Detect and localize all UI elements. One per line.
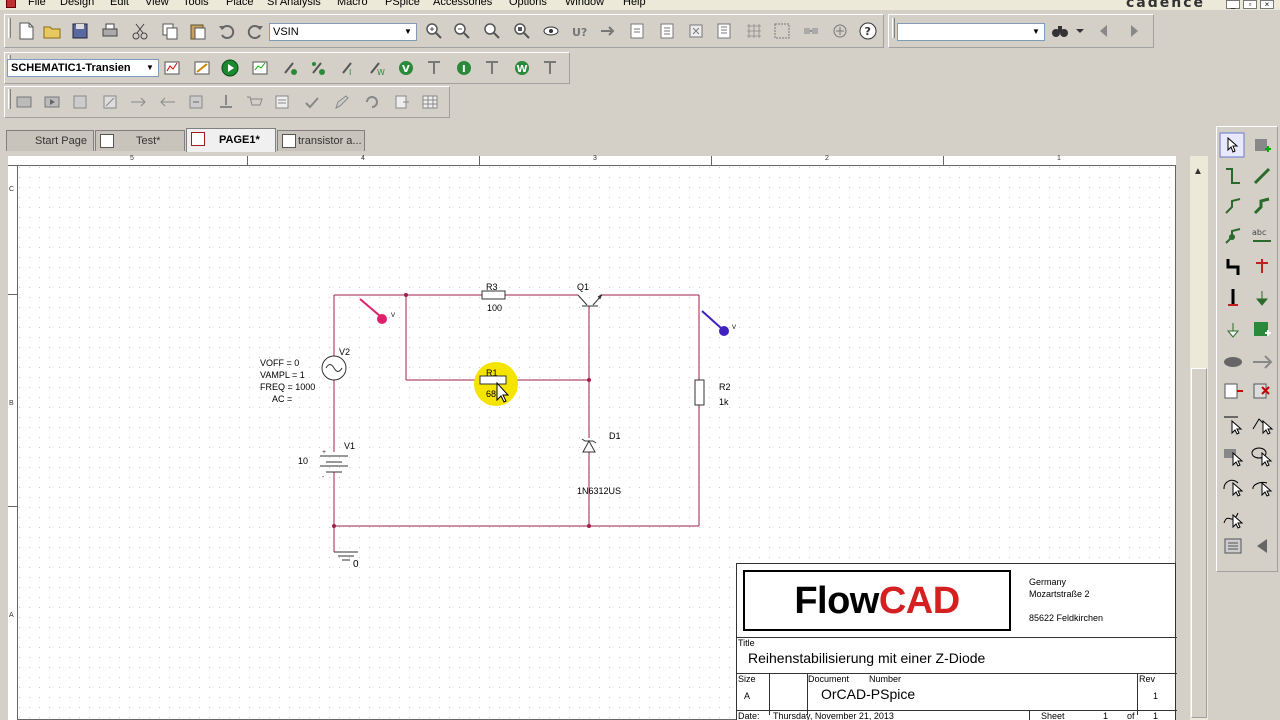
place-ellipse-icon[interactable] bbox=[1249, 443, 1275, 469]
transistor-q1-symbol bbox=[577, 293, 603, 307]
r1-ref-label[interactable]: R1 bbox=[486, 368, 498, 378]
address-city: 85622 Feldkirchen bbox=[1029, 613, 1104, 623]
size-value: A bbox=[744, 691, 751, 701]
place-pin-array-icon[interactable] bbox=[1249, 379, 1275, 405]
resistor-r2-symbol bbox=[694, 379, 705, 406]
place-polyline-icon[interactable] bbox=[1249, 411, 1275, 437]
svg-text:abc: abc bbox=[1252, 228, 1266, 237]
restore-button[interactable]: ▫ bbox=[1243, 0, 1257, 9]
sheet-value: 1 bbox=[1103, 711, 1109, 720]
place-image-icon[interactable] bbox=[1249, 533, 1275, 559]
place-part-icon[interactable] bbox=[1249, 133, 1275, 159]
r2-ref-label[interactable]: R2 bbox=[719, 382, 731, 392]
place-net-bundle-icon[interactable] bbox=[1249, 349, 1275, 375]
place-bezier-icon[interactable] bbox=[1220, 505, 1246, 531]
v2-ref-label[interactable]: V2 bbox=[339, 347, 350, 357]
place-hierarchical-block-icon[interactable] bbox=[1249, 317, 1275, 343]
place-pin-icon[interactable] bbox=[1220, 379, 1246, 405]
r2-value-label[interactable]: 1k bbox=[719, 397, 729, 407]
place-bus-icon[interactable] bbox=[1249, 193, 1275, 219]
svg-text:-: - bbox=[322, 474, 325, 481]
place-wire-icon[interactable] bbox=[1220, 163, 1246, 189]
rev-value: 1 bbox=[1153, 691, 1159, 701]
place-elliptical-arc-icon[interactable] bbox=[1249, 473, 1275, 499]
vertical-scrollbar[interactable]: ▲ bbox=[1190, 156, 1208, 720]
place-net-alias-icon[interactable]: abc bbox=[1249, 223, 1275, 249]
title-label: Title bbox=[738, 638, 755, 648]
d1-ref-label[interactable]: D1 bbox=[609, 431, 621, 441]
v1-value-label[interactable]: 10 bbox=[298, 456, 308, 466]
v2-vampl-label[interactable]: VAMPL = 1 bbox=[260, 370, 305, 380]
place-text-icon[interactable] bbox=[1220, 533, 1246, 559]
number-label: Number bbox=[869, 674, 902, 684]
d1-value-label[interactable]: 1N6312US bbox=[577, 486, 621, 496]
voltage-probe-1-icon bbox=[359, 298, 387, 324]
scrollbar-thumb[interactable] bbox=[1191, 368, 1207, 718]
sheet-label: Sheet bbox=[1041, 711, 1065, 720]
probe-2-label: V bbox=[732, 325, 737, 331]
r3-value-label[interactable]: 100 bbox=[487, 303, 502, 313]
place-bus-entry-icon[interactable] bbox=[1220, 253, 1246, 279]
resistor-r3-symbol bbox=[481, 290, 506, 300]
voltage-probe-2-icon bbox=[701, 310, 729, 336]
r1-value-label[interactable]: 68 bbox=[486, 389, 496, 399]
place-net-group-icon[interactable] bbox=[1249, 163, 1275, 189]
size-label: Size bbox=[738, 674, 756, 684]
svg-text:+: + bbox=[322, 449, 326, 456]
voltage-source-v2-symbol bbox=[321, 355, 347, 381]
draw-palette: abc bbox=[1216, 126, 1278, 572]
place-power-icon[interactable] bbox=[1249, 253, 1275, 279]
v1-ref-label[interactable]: V1 bbox=[344, 441, 355, 451]
place-port-icon[interactable] bbox=[1220, 317, 1246, 343]
orcad-capture-window: File Design Edit View Tools Place SI Ana… bbox=[0, 0, 1280, 720]
address-country: Germany bbox=[1029, 577, 1067, 587]
of-label: of bbox=[1127, 711, 1135, 720]
place-line-icon[interactable] bbox=[1220, 411, 1246, 437]
v2-ac-label[interactable]: AC = bbox=[272, 394, 292, 404]
zener-diode-d1-symbol bbox=[581, 438, 597, 453]
close-window-button[interactable]: × bbox=[1260, 0, 1274, 9]
flowcad-logo: FlowCAD bbox=[743, 570, 1011, 631]
place-off-page-connector-icon[interactable] bbox=[1249, 285, 1275, 311]
place-auto-wire-icon[interactable] bbox=[1220, 193, 1246, 219]
date-label: Date: bbox=[738, 711, 760, 720]
of-value: 1 bbox=[1153, 711, 1159, 720]
minimize-button[interactable]: _ bbox=[1226, 0, 1240, 9]
place-arc-icon[interactable] bbox=[1220, 473, 1246, 499]
rev-label: Rev bbox=[1139, 674, 1156, 684]
document-number-value: OrCAD-PSpice bbox=[821, 686, 916, 702]
ground-net-label[interactable]: 0 bbox=[353, 559, 359, 570]
document-label: Document bbox=[808, 674, 850, 684]
place-ground-icon[interactable] bbox=[1220, 285, 1246, 311]
v2-voff-label[interactable]: VOFF = 0 bbox=[260, 358, 299, 368]
date-value: Thursday, November 21, 2013 bbox=[773, 711, 894, 720]
select-tool-icon[interactable] bbox=[1220, 133, 1246, 159]
scroll-up-arrow-icon[interactable]: ▲ bbox=[1193, 166, 1203, 177]
v2-freq-label[interactable]: FREQ = 1000 bbox=[260, 382, 315, 392]
probe-1-label: V bbox=[391, 313, 396, 319]
q1-ref-label[interactable]: Q1 bbox=[577, 282, 589, 292]
title-value: Reihenstabilisierung mit einer Z-Diode bbox=[748, 650, 986, 666]
title-block[interactable]: FlowCAD Germany Mozartstraße 2 85622 Fel… bbox=[736, 563, 1177, 720]
address-street: Mozartstraße 2 bbox=[1029, 589, 1090, 599]
place-no-connect-icon[interactable] bbox=[1220, 349, 1246, 375]
r3-ref-label[interactable]: R3 bbox=[486, 282, 498, 292]
place-junction-icon[interactable] bbox=[1220, 223, 1246, 249]
place-rectangle-icon[interactable] bbox=[1220, 443, 1246, 469]
